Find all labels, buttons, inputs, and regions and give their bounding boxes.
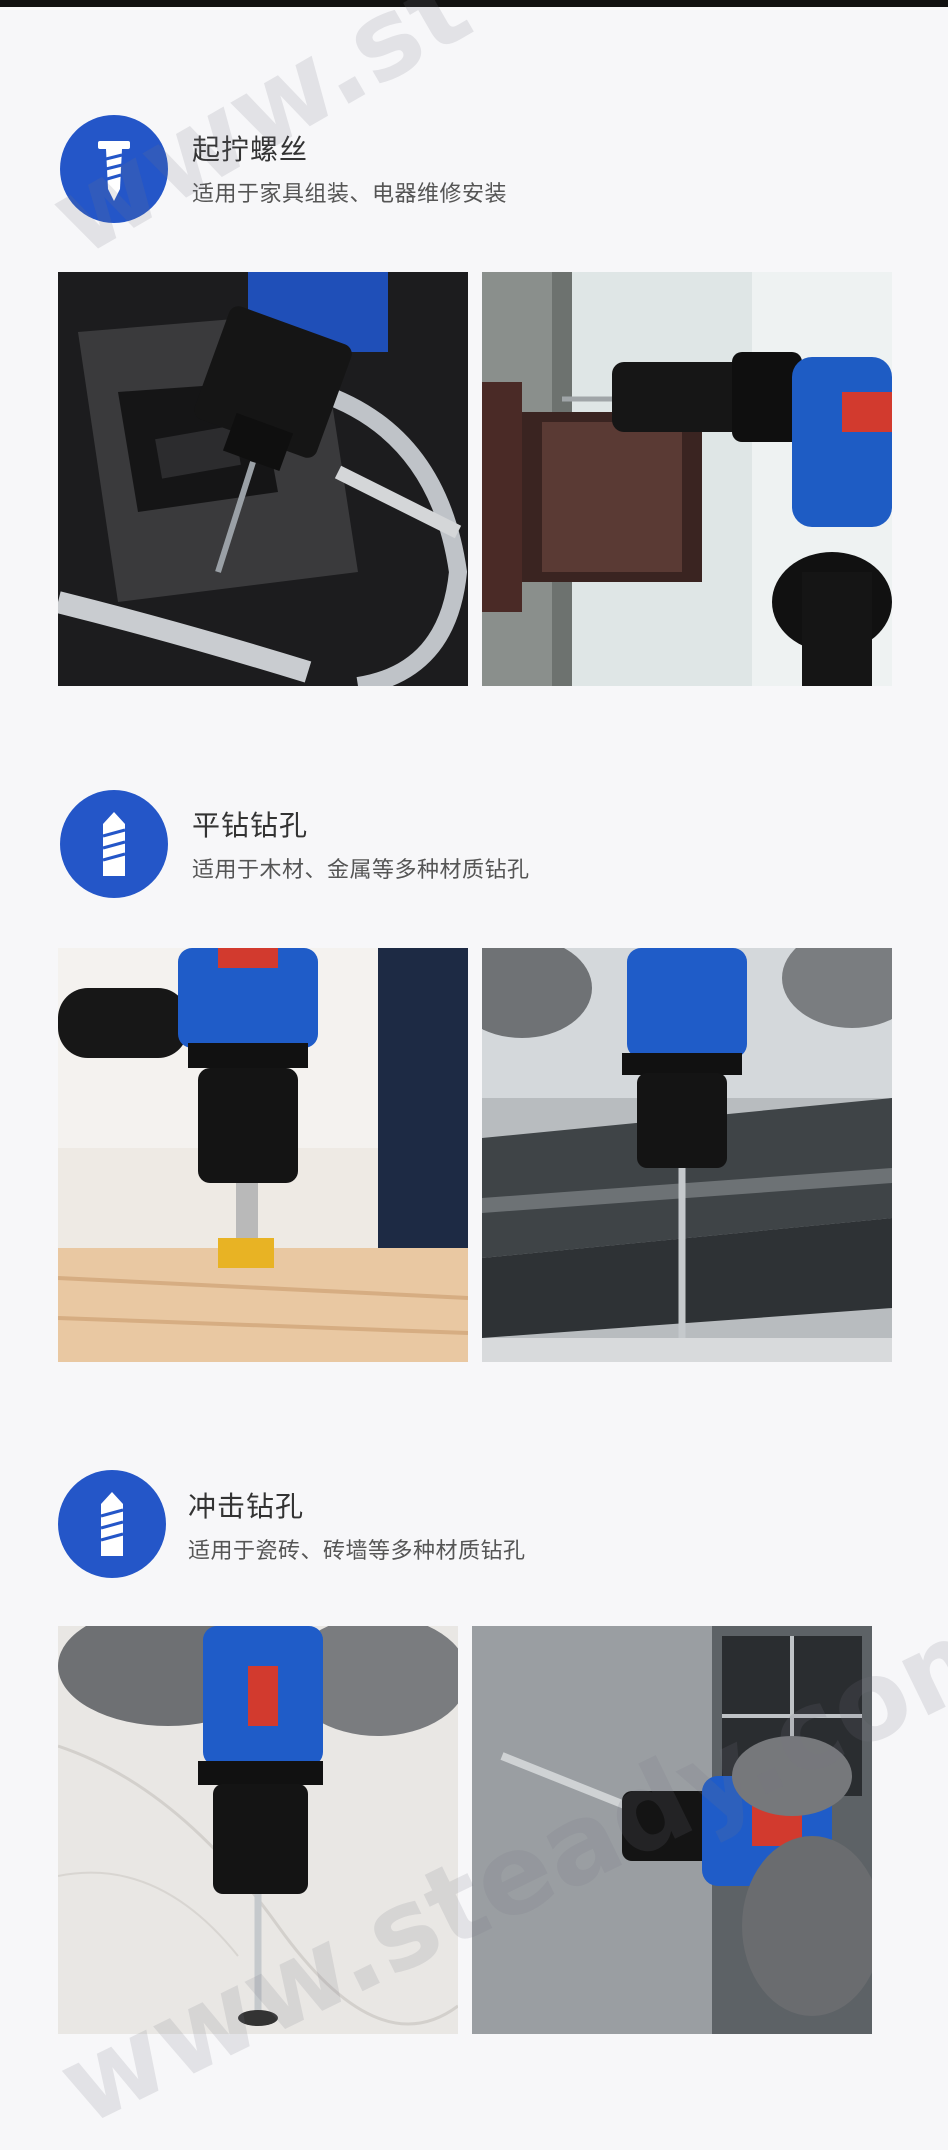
- section-subtitle: 适用于木材、金属等多种材质钻孔: [192, 858, 530, 883]
- drill-wood-photo: [58, 948, 468, 1362]
- drill-brick-wall-photo: [472, 1626, 872, 2034]
- drill-screwing-hinge-case-photo: [58, 272, 468, 686]
- drill-bit-icon: [58, 1470, 166, 1578]
- drill-tile-photo: [58, 1626, 458, 2034]
- top-border: [0, 0, 948, 7]
- section-subtitle: 适用于家具组装、电器维修安装: [192, 182, 508, 207]
- section-title: 平钻钻孔: [192, 809, 309, 842]
- section-title: 冲击钻孔: [188, 1490, 305, 1523]
- drill-screwing-door-hinge-photo: [482, 272, 892, 686]
- section-subtitle: 适用于瓷砖、砖墙等多种材质钻孔: [188, 1539, 526, 1564]
- screw-icon: [60, 115, 168, 223]
- drill-metal-photo: [482, 948, 892, 1362]
- drill-bit-icon: [60, 790, 168, 898]
- section-title: 起拧螺丝: [192, 133, 309, 166]
